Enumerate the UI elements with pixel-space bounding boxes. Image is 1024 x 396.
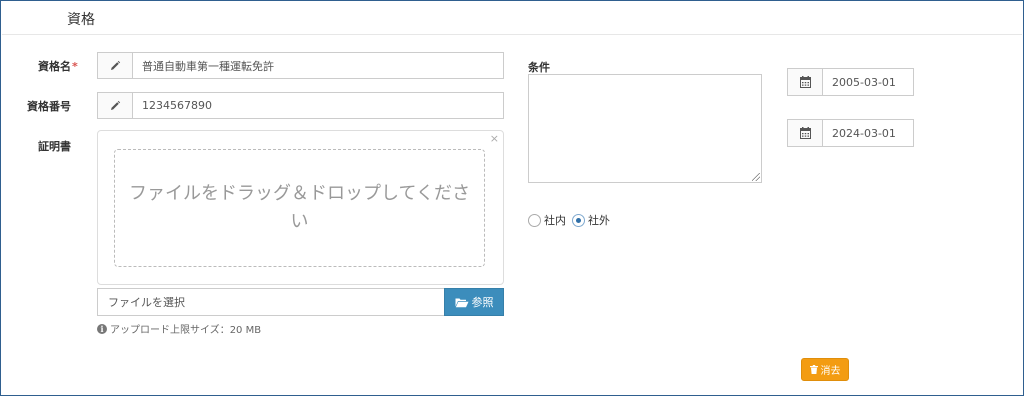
- trash-icon: [809, 365, 818, 374]
- qualification-name-input[interactable]: 普通自動車第一種運転免許: [133, 52, 504, 79]
- start-date-input[interactable]: 2005-03-01: [823, 68, 914, 96]
- calendar-icon[interactable]: [787, 119, 823, 147]
- qualification-number-input[interactable]: 1234567890: [133, 92, 504, 119]
- section-title: 資格: [67, 12, 95, 28]
- file-name-field[interactable]: ファイルを選択: [97, 288, 444, 316]
- certificate-label: 証明書: [38, 140, 71, 153]
- end-date-input[interactable]: 2024-03-01: [823, 119, 914, 147]
- upload-limit-text: アップロード上限サイズ：20 MB: [110, 325, 262, 336]
- title-divider: [2, 34, 1022, 35]
- calendar-icon[interactable]: [787, 68, 823, 96]
- end-date-group: 2024-03-01: [787, 119, 914, 147]
- delete-button-label: 消去: [820, 366, 841, 377]
- radio-internal-label: 社内: [544, 214, 566, 227]
- qualification-number-label: 資格番号: [27, 100, 71, 113]
- radio-option-internal[interactable]: 社内: [528, 212, 566, 228]
- pencil-icon: [97, 52, 133, 79]
- info-circle-icon: i: [97, 323, 107, 334]
- start-date-group: 2005-03-01: [787, 68, 914, 96]
- browse-button[interactable]: 参照: [444, 288, 504, 316]
- browse-button-label: 参照: [471, 296, 494, 309]
- scope-radio-group: 社内 社外: [528, 212, 610, 228]
- upload-limit-note: i アップロード上限サイズ：20 MB: [97, 321, 261, 336]
- conditions-label: 条件: [528, 61, 550, 74]
- radio-external-label: 社外: [588, 214, 610, 227]
- radio-internal[interactable]: [528, 213, 541, 227]
- required-mark: *: [72, 60, 78, 73]
- file-dropzone[interactable]: ファイルをドラッグ＆ドロップしてください: [114, 149, 485, 267]
- qualification-name-label: 資格名*: [38, 58, 78, 74]
- certificate-preview-box: × ファイルをドラッグ＆ドロップしてください: [97, 130, 504, 285]
- delete-button[interactable]: 消去: [801, 358, 849, 381]
- conditions-textarea[interactable]: [528, 74, 762, 183]
- qualification-number-group: 1234567890: [97, 92, 504, 119]
- folder-open-icon: [455, 298, 468, 307]
- qualification-panel: 資格 資格名* 普通自動車第一種運転免許 資格番号 1234567890 証明書…: [0, 0, 1024, 396]
- resize-grip-icon[interactable]: [752, 173, 760, 181]
- close-icon[interactable]: ×: [490, 132, 499, 145]
- qualification-name-label-text: 資格名: [38, 60, 71, 73]
- qualification-name-group: 普通自動車第一種運転免許: [97, 52, 504, 79]
- radio-option-external[interactable]: 社外: [572, 212, 610, 228]
- radio-external[interactable]: [572, 213, 585, 227]
- pencil-icon: [97, 92, 133, 119]
